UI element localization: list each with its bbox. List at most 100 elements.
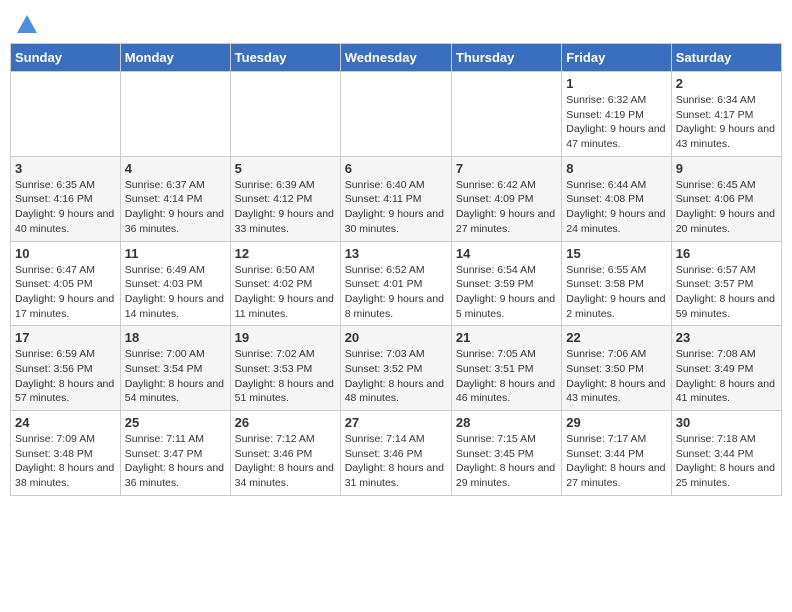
day-number: 24	[15, 415, 116, 430]
calendar-cell: 22 Sunrise: 7:06 AMSunset: 3:50 PMDayligh…	[562, 326, 671, 411]
logo-triangle-icon	[17, 15, 37, 33]
day-number: 11	[125, 246, 226, 261]
calendar-header-monday: Monday	[120, 44, 230, 72]
day-info: Sunrise: 6:59 AMSunset: 3:56 PMDaylight:…	[15, 347, 116, 406]
day-info: Sunrise: 6:57 AMSunset: 3:57 PMDaylight:…	[676, 263, 777, 322]
day-info: Sunrise: 6:42 AMSunset: 4:09 PMDaylight:…	[456, 178, 557, 237]
day-number: 12	[235, 246, 336, 261]
calendar-header-row: SundayMondayTuesdayWednesdayThursdayFrid…	[11, 44, 782, 72]
day-info: Sunrise: 7:09 AMSunset: 3:48 PMDaylight:…	[15, 432, 116, 491]
day-info: Sunrise: 7:05 AMSunset: 3:51 PMDaylight:…	[456, 347, 557, 406]
calendar-cell: 2 Sunrise: 6:34 AMSunset: 4:17 PMDaylight…	[671, 72, 781, 157]
calendar-header-wednesday: Wednesday	[340, 44, 451, 72]
day-number: 27	[345, 415, 447, 430]
day-number: 6	[345, 161, 447, 176]
calendar-cell: 29Sunrise: 7:17 AMSunset: 3:44 PMDayligh…	[562, 411, 671, 496]
calendar-cell: 12 Sunrise: 6:50 AMSunset: 4:02 PMDayligh…	[230, 241, 340, 326]
logo	[15, 15, 37, 35]
calendar-header-thursday: Thursday	[451, 44, 561, 72]
day-number: 10	[15, 246, 116, 261]
calendar-cell: 5 Sunrise: 6:39 AMSunset: 4:12 PMDaylight…	[230, 156, 340, 241]
day-info: Sunrise: 7:02 AMSunset: 3:53 PMDaylight:…	[235, 347, 336, 406]
day-number: 13	[345, 246, 447, 261]
day-info: Sunrise: 6:40 AMSunset: 4:11 PMDaylight:…	[345, 178, 447, 237]
calendar-cell: 14Sunrise: 6:54 AMSunset: 3:59 PMDayligh…	[451, 241, 561, 326]
day-number: 14	[456, 246, 557, 261]
calendar-cell: 26 Sunrise: 7:12 AMSunset: 3:46 PMDayligh…	[230, 411, 340, 496]
calendar-cell: 9Sunrise: 6:45 AMSunset: 4:06 PMDaylight…	[671, 156, 781, 241]
calendar-cell: 16Sunrise: 6:57 AMSunset: 3:57 PMDayligh…	[671, 241, 781, 326]
calendar-cell: 11 Sunrise: 6:49 AMSunset: 4:03 PMDayligh…	[120, 241, 230, 326]
calendar-cell	[340, 72, 451, 157]
calendar-cell: 10 Sunrise: 6:47 AMSunset: 4:05 PMDayligh…	[11, 241, 121, 326]
day-number: 15	[566, 246, 666, 261]
day-number: 7	[456, 161, 557, 176]
day-number: 18	[125, 330, 226, 345]
calendar-cell: 20Sunrise: 7:03 AMSunset: 3:52 PMDayligh…	[340, 326, 451, 411]
calendar-cell: 25 Sunrise: 7:11 AMSunset: 3:47 PMDayligh…	[120, 411, 230, 496]
day-info: Sunrise: 6:39 AMSunset: 4:12 PMDaylight:…	[235, 178, 336, 237]
day-number: 9	[676, 161, 777, 176]
calendar-cell	[11, 72, 121, 157]
day-info: Sunrise: 6:49 AMSunset: 4:03 PMDaylight:…	[125, 263, 226, 322]
calendar-header-friday: Friday	[562, 44, 671, 72]
day-number: 30	[676, 415, 777, 430]
day-number: 2	[676, 76, 777, 91]
day-number: 1	[566, 76, 666, 91]
calendar-table: SundayMondayTuesdayWednesdayThursdayFrid…	[10, 43, 782, 496]
day-info: Sunrise: 7:11 AMSunset: 3:47 PMDaylight:…	[125, 432, 226, 491]
calendar-header-saturday: Saturday	[671, 44, 781, 72]
day-info: Sunrise: 7:00 AMSunset: 3:54 PMDaylight:…	[125, 347, 226, 406]
calendar-cell	[120, 72, 230, 157]
day-info: Sunrise: 6:47 AMSunset: 4:05 PMDaylight:…	[15, 263, 116, 322]
calendar-cell: 30Sunrise: 7:18 AMSunset: 3:44 PMDayligh…	[671, 411, 781, 496]
day-number: 22	[566, 330, 666, 345]
header	[10, 10, 782, 35]
day-info: Sunrise: 6:34 AMSunset: 4:17 PMDaylight:…	[676, 93, 777, 152]
day-number: 26	[235, 415, 336, 430]
day-number: 21	[456, 330, 557, 345]
calendar-cell: 1Sunrise: 6:32 AMSunset: 4:19 PMDaylight…	[562, 72, 671, 157]
day-info: Sunrise: 7:14 AMSunset: 3:46 PMDaylight:…	[345, 432, 447, 491]
calendar-cell: 8 Sunrise: 6:44 AMSunset: 4:08 PMDaylight…	[562, 156, 671, 241]
day-info: Sunrise: 6:44 AMSunset: 4:08 PMDaylight:…	[566, 178, 666, 237]
calendar-header-sunday: Sunday	[11, 44, 121, 72]
calendar-week-row: 3 Sunrise: 6:35 AMSunset: 4:16 PMDaylight…	[11, 156, 782, 241]
day-info: Sunrise: 7:15 AMSunset: 3:45 PMDaylight:…	[456, 432, 557, 491]
calendar-cell: 7 Sunrise: 6:42 AMSunset: 4:09 PMDaylight…	[451, 156, 561, 241]
calendar-cell: 13 Sunrise: 6:52 AMSunset: 4:01 PMDayligh…	[340, 241, 451, 326]
day-info: Sunrise: 7:08 AMSunset: 3:49 PMDaylight:…	[676, 347, 777, 406]
day-info: Sunrise: 7:12 AMSunset: 3:46 PMDaylight:…	[235, 432, 336, 491]
day-number: 23	[676, 330, 777, 345]
calendar-week-row: 10 Sunrise: 6:47 AMSunset: 4:05 PMDayligh…	[11, 241, 782, 326]
calendar-cell: 19Sunrise: 7:02 AMSunset: 3:53 PMDayligh…	[230, 326, 340, 411]
day-number: 3	[15, 161, 116, 176]
calendar-week-row: 24 Sunrise: 7:09 AMSunset: 3:48 PMDayligh…	[11, 411, 782, 496]
calendar-cell: 4Sunrise: 6:37 AMSunset: 4:14 PMDaylight…	[120, 156, 230, 241]
calendar-cell: 15Sunrise: 6:55 AMSunset: 3:58 PMDayligh…	[562, 241, 671, 326]
day-number: 5	[235, 161, 336, 176]
calendar-cell: 23 Sunrise: 7:08 AMSunset: 3:49 PMDayligh…	[671, 326, 781, 411]
day-number: 20	[345, 330, 447, 345]
calendar-week-row: 1Sunrise: 6:32 AMSunset: 4:19 PMDaylight…	[11, 72, 782, 157]
day-number: 4	[125, 161, 226, 176]
calendar-cell	[451, 72, 561, 157]
calendar-cell: 6 Sunrise: 6:40 AMSunset: 4:11 PMDaylight…	[340, 156, 451, 241]
day-info: Sunrise: 7:06 AMSunset: 3:50 PMDaylight:…	[566, 347, 666, 406]
day-info: Sunrise: 6:50 AMSunset: 4:02 PMDaylight:…	[235, 263, 336, 322]
calendar-week-row: 17 Sunrise: 6:59 AMSunset: 3:56 PMDayligh…	[11, 326, 782, 411]
day-number: 17	[15, 330, 116, 345]
calendar-cell: 18 Sunrise: 7:00 AMSunset: 3:54 PMDayligh…	[120, 326, 230, 411]
calendar-cell: 3 Sunrise: 6:35 AMSunset: 4:16 PMDaylight…	[11, 156, 121, 241]
day-number: 28	[456, 415, 557, 430]
day-number: 8	[566, 161, 666, 176]
day-info: Sunrise: 6:35 AMSunset: 4:16 PMDaylight:…	[15, 178, 116, 237]
calendar-header-tuesday: Tuesday	[230, 44, 340, 72]
calendar-cell	[230, 72, 340, 157]
calendar-cell: 24 Sunrise: 7:09 AMSunset: 3:48 PMDayligh…	[11, 411, 121, 496]
day-info: Sunrise: 6:52 AMSunset: 4:01 PMDaylight:…	[345, 263, 447, 322]
day-number: 25	[125, 415, 226, 430]
day-number: 29	[566, 415, 666, 430]
calendar-cell: 21 Sunrise: 7:05 AMSunset: 3:51 PMDayligh…	[451, 326, 561, 411]
calendar-cell: 28 Sunrise: 7:15 AMSunset: 3:45 PMDayligh…	[451, 411, 561, 496]
